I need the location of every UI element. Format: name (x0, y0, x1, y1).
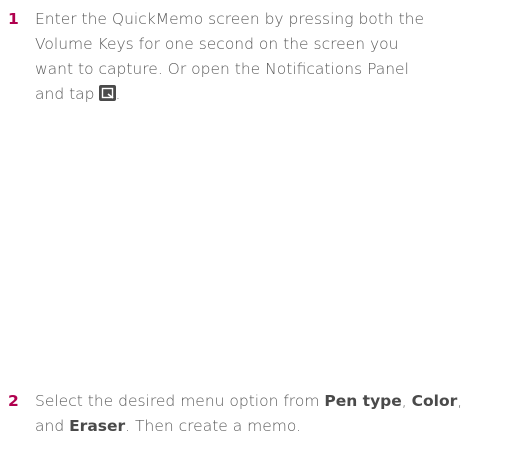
step-2-line-2-suffix: . Then create a memo. (125, 417, 302, 435)
step-1-line-4-text: and tap (35, 85, 95, 103)
step-1-line-3: want to capture. Or open the Notificatio… (35, 60, 409, 78)
quickmemo-icon (98, 85, 116, 101)
step-1: 1 Enter the QuickMemo screen by pressing… (8, 7, 508, 107)
step-1-line-1: Enter the QuickMemo screen by pressing b… (35, 10, 425, 28)
step-2-line-2: and Eraser. Then create a memo. (35, 414, 508, 439)
pen-type-term: Pen type (324, 392, 402, 410)
step-2-line-1-text: Select the desired menu option from (35, 392, 325, 410)
step-number: 2 (8, 392, 19, 410)
step-2-line-1: Select the desired menu option from Pen … (35, 389, 508, 414)
color-term: Color (411, 392, 458, 410)
eraser-term: Eraser (69, 417, 126, 435)
step-2: 2 Select the desired menu option from Pe… (8, 389, 508, 439)
step-1-line-2: Volume Keys for one second on the screen… (35, 35, 399, 53)
step-1-line-4: and tap. (35, 82, 508, 107)
step-1-text: Enter the QuickMemo screen by pressing b… (35, 7, 508, 107)
separator: , (457, 392, 463, 410)
step-number: 1 (8, 10, 19, 28)
step-2-text: Select the desired menu option from Pen … (35, 389, 508, 439)
separator: , (401, 392, 412, 410)
step-2-line-2-prefix: and (35, 417, 70, 435)
step-1-line-4-end: . (115, 85, 121, 103)
